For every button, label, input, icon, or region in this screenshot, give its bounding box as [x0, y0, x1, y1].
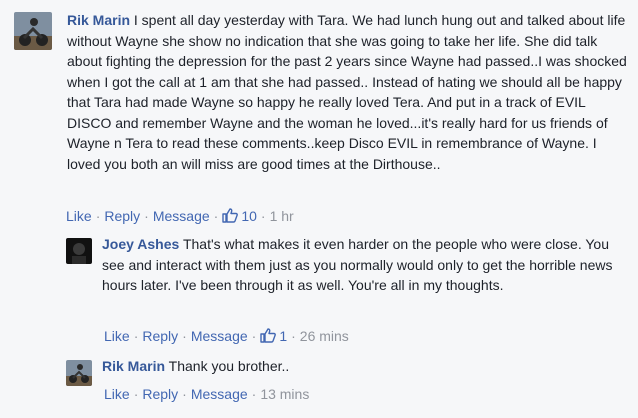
- comment-body: Rik Marin Thank you brother..: [102, 356, 622, 377]
- timestamp[interactable]: 26 mins: [300, 328, 349, 344]
- like-count: 10: [241, 208, 257, 224]
- comment-actions: Like · Reply · Message · 13 mins: [104, 386, 309, 402]
- avatar[interactable]: [66, 360, 92, 386]
- like-button[interactable]: Like: [66, 208, 92, 224]
- separator: ·: [95, 208, 101, 224]
- reply-button[interactable]: Reply: [104, 208, 140, 224]
- reply-comment: Rik Marin Thank you brother.. Like · Reply…: [66, 356, 626, 406]
- reply-button[interactable]: Reply: [142, 386, 178, 402]
- separator: ·: [291, 328, 296, 344]
- avatar[interactable]: [14, 12, 52, 50]
- like-count: 1: [279, 328, 288, 344]
- like-button[interactable]: Like: [104, 328, 130, 344]
- separator: ·: [251, 386, 257, 402]
- thumbs-up-icon: [222, 208, 239, 226]
- separator: ·: [213, 208, 219, 224]
- timestamp[interactable]: 13 mins: [260, 386, 309, 402]
- comment-body: Joey Ashes That's what makes it even har…: [102, 234, 622, 296]
- like-button[interactable]: Like: [104, 386, 130, 402]
- avatar[interactable]: [66, 238, 92, 264]
- separator: ·: [133, 328, 139, 344]
- message-button[interactable]: Message: [153, 208, 210, 224]
- message-button[interactable]: Message: [191, 386, 248, 402]
- separator: ·: [251, 328, 257, 344]
- reaction-count[interactable]: 1: [260, 328, 287, 344]
- comment-author[interactable]: Rik Marin: [102, 358, 165, 374]
- separator: ·: [182, 328, 187, 344]
- comment-author[interactable]: Rik Marin: [67, 12, 130, 28]
- thumbs-up-icon: [260, 328, 277, 346]
- comment: Rik Marin I spent all day yesterday with…: [14, 10, 634, 230]
- separator: ·: [260, 208, 266, 224]
- comment-body: Rik Marin I spent all day yesterday with…: [67, 10, 627, 174]
- message-button[interactable]: Message: [191, 328, 248, 344]
- comment-text: That's what makes it even harder on the …: [102, 236, 613, 293]
- comment-text: I spent all day yesterday with Tara. We …: [67, 12, 627, 172]
- separator: ·: [133, 386, 139, 402]
- reaction-count[interactable]: 10: [222, 208, 257, 224]
- comment-actions: Like · Reply · Message · 1 · 26 mins: [104, 328, 349, 346]
- timestamp[interactable]: 1 hr: [270, 208, 294, 224]
- comment-text: Thank you brother..: [168, 358, 290, 374]
- separator: ·: [144, 208, 149, 224]
- comment-actions: Like · Reply · Message · 10 · 1 hr: [66, 208, 294, 226]
- reply-comment: Joey Ashes That's what makes it even har…: [66, 234, 626, 349]
- reply-button[interactable]: Reply: [142, 328, 178, 344]
- separator: ·: [182, 386, 187, 402]
- comment-author[interactable]: Joey Ashes: [102, 236, 179, 252]
